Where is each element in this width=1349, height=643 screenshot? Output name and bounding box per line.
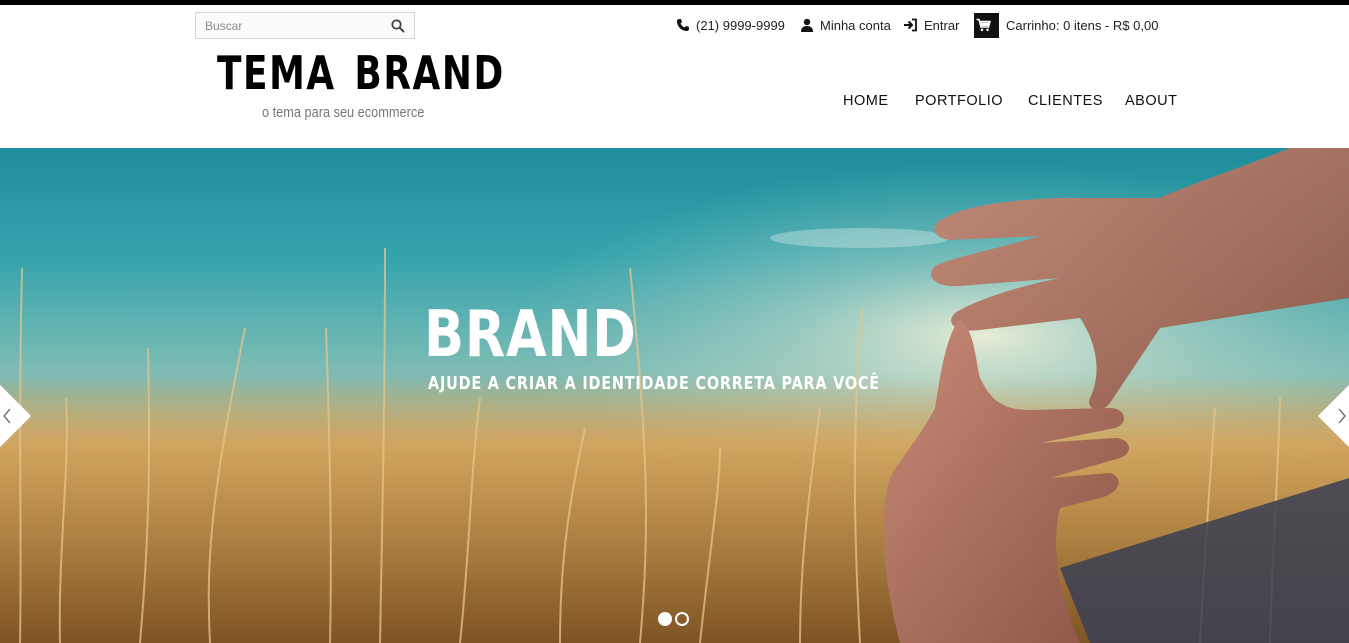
hero-title: BRAND	[424, 298, 637, 372]
logo-title: TEMA BRAND	[217, 46, 505, 100]
search-input[interactable]	[196, 13, 386, 38]
nav-item-clientes[interactable]: CLIENTES	[1028, 93, 1103, 109]
chevron-right-icon	[1338, 408, 1346, 424]
logo-tagline: o tema para seu ecommerce	[262, 104, 425, 121]
nav-item-home[interactable]: HOME	[843, 93, 889, 109]
phone-icon	[677, 19, 689, 31]
sign-in-icon	[904, 18, 917, 32]
login-label: Entrar	[924, 17, 960, 33]
search-box	[195, 12, 415, 39]
my-account-link[interactable]: Minha conta	[800, 16, 891, 34]
search-icon[interactable]	[391, 19, 405, 33]
slider-pagination	[658, 612, 689, 626]
slider-next-button[interactable]	[1317, 384, 1349, 448]
cart-icon-box	[974, 12, 999, 38]
hero-slider: BRAND AJUDE A CRIAR A IDENTIDADE CORRETA…	[0, 148, 1349, 643]
nav-item-portfolio[interactable]: PORTFOLIO	[915, 93, 1003, 109]
cart-summary: Carrinho: 0 itens - R$ 0,00	[1006, 17, 1159, 33]
phone-number: (21) 9999-9999	[696, 17, 785, 33]
slider-dot-1[interactable]	[658, 612, 672, 626]
chevron-left-icon	[3, 408, 11, 424]
phone-contact: (21) 9999-9999	[676, 16, 785, 34]
nav-item-about[interactable]: ABOUT	[1125, 93, 1177, 109]
my-account-label: Minha conta	[820, 17, 891, 33]
hero-subtitle: AJUDE A CRIAR A IDENTIDADE CORRETA PARA …	[428, 373, 880, 394]
slider-prev-button[interactable]	[0, 384, 32, 448]
login-link[interactable]: Entrar	[903, 16, 959, 34]
hero-background-image	[0, 148, 1349, 643]
cart-icon	[976, 18, 991, 32]
site-header: (21) 9999-9999 Minha conta Entrar Carrin…	[0, 5, 1349, 148]
slider-dot-2[interactable]	[675, 612, 689, 626]
user-icon	[801, 18, 813, 32]
site-logo[interactable]: TEMA BRAND o tema para seu ecommerce	[217, 46, 505, 121]
cart-link[interactable]: Carrinho: 0 itens - R$ 0,00	[974, 12, 1159, 38]
